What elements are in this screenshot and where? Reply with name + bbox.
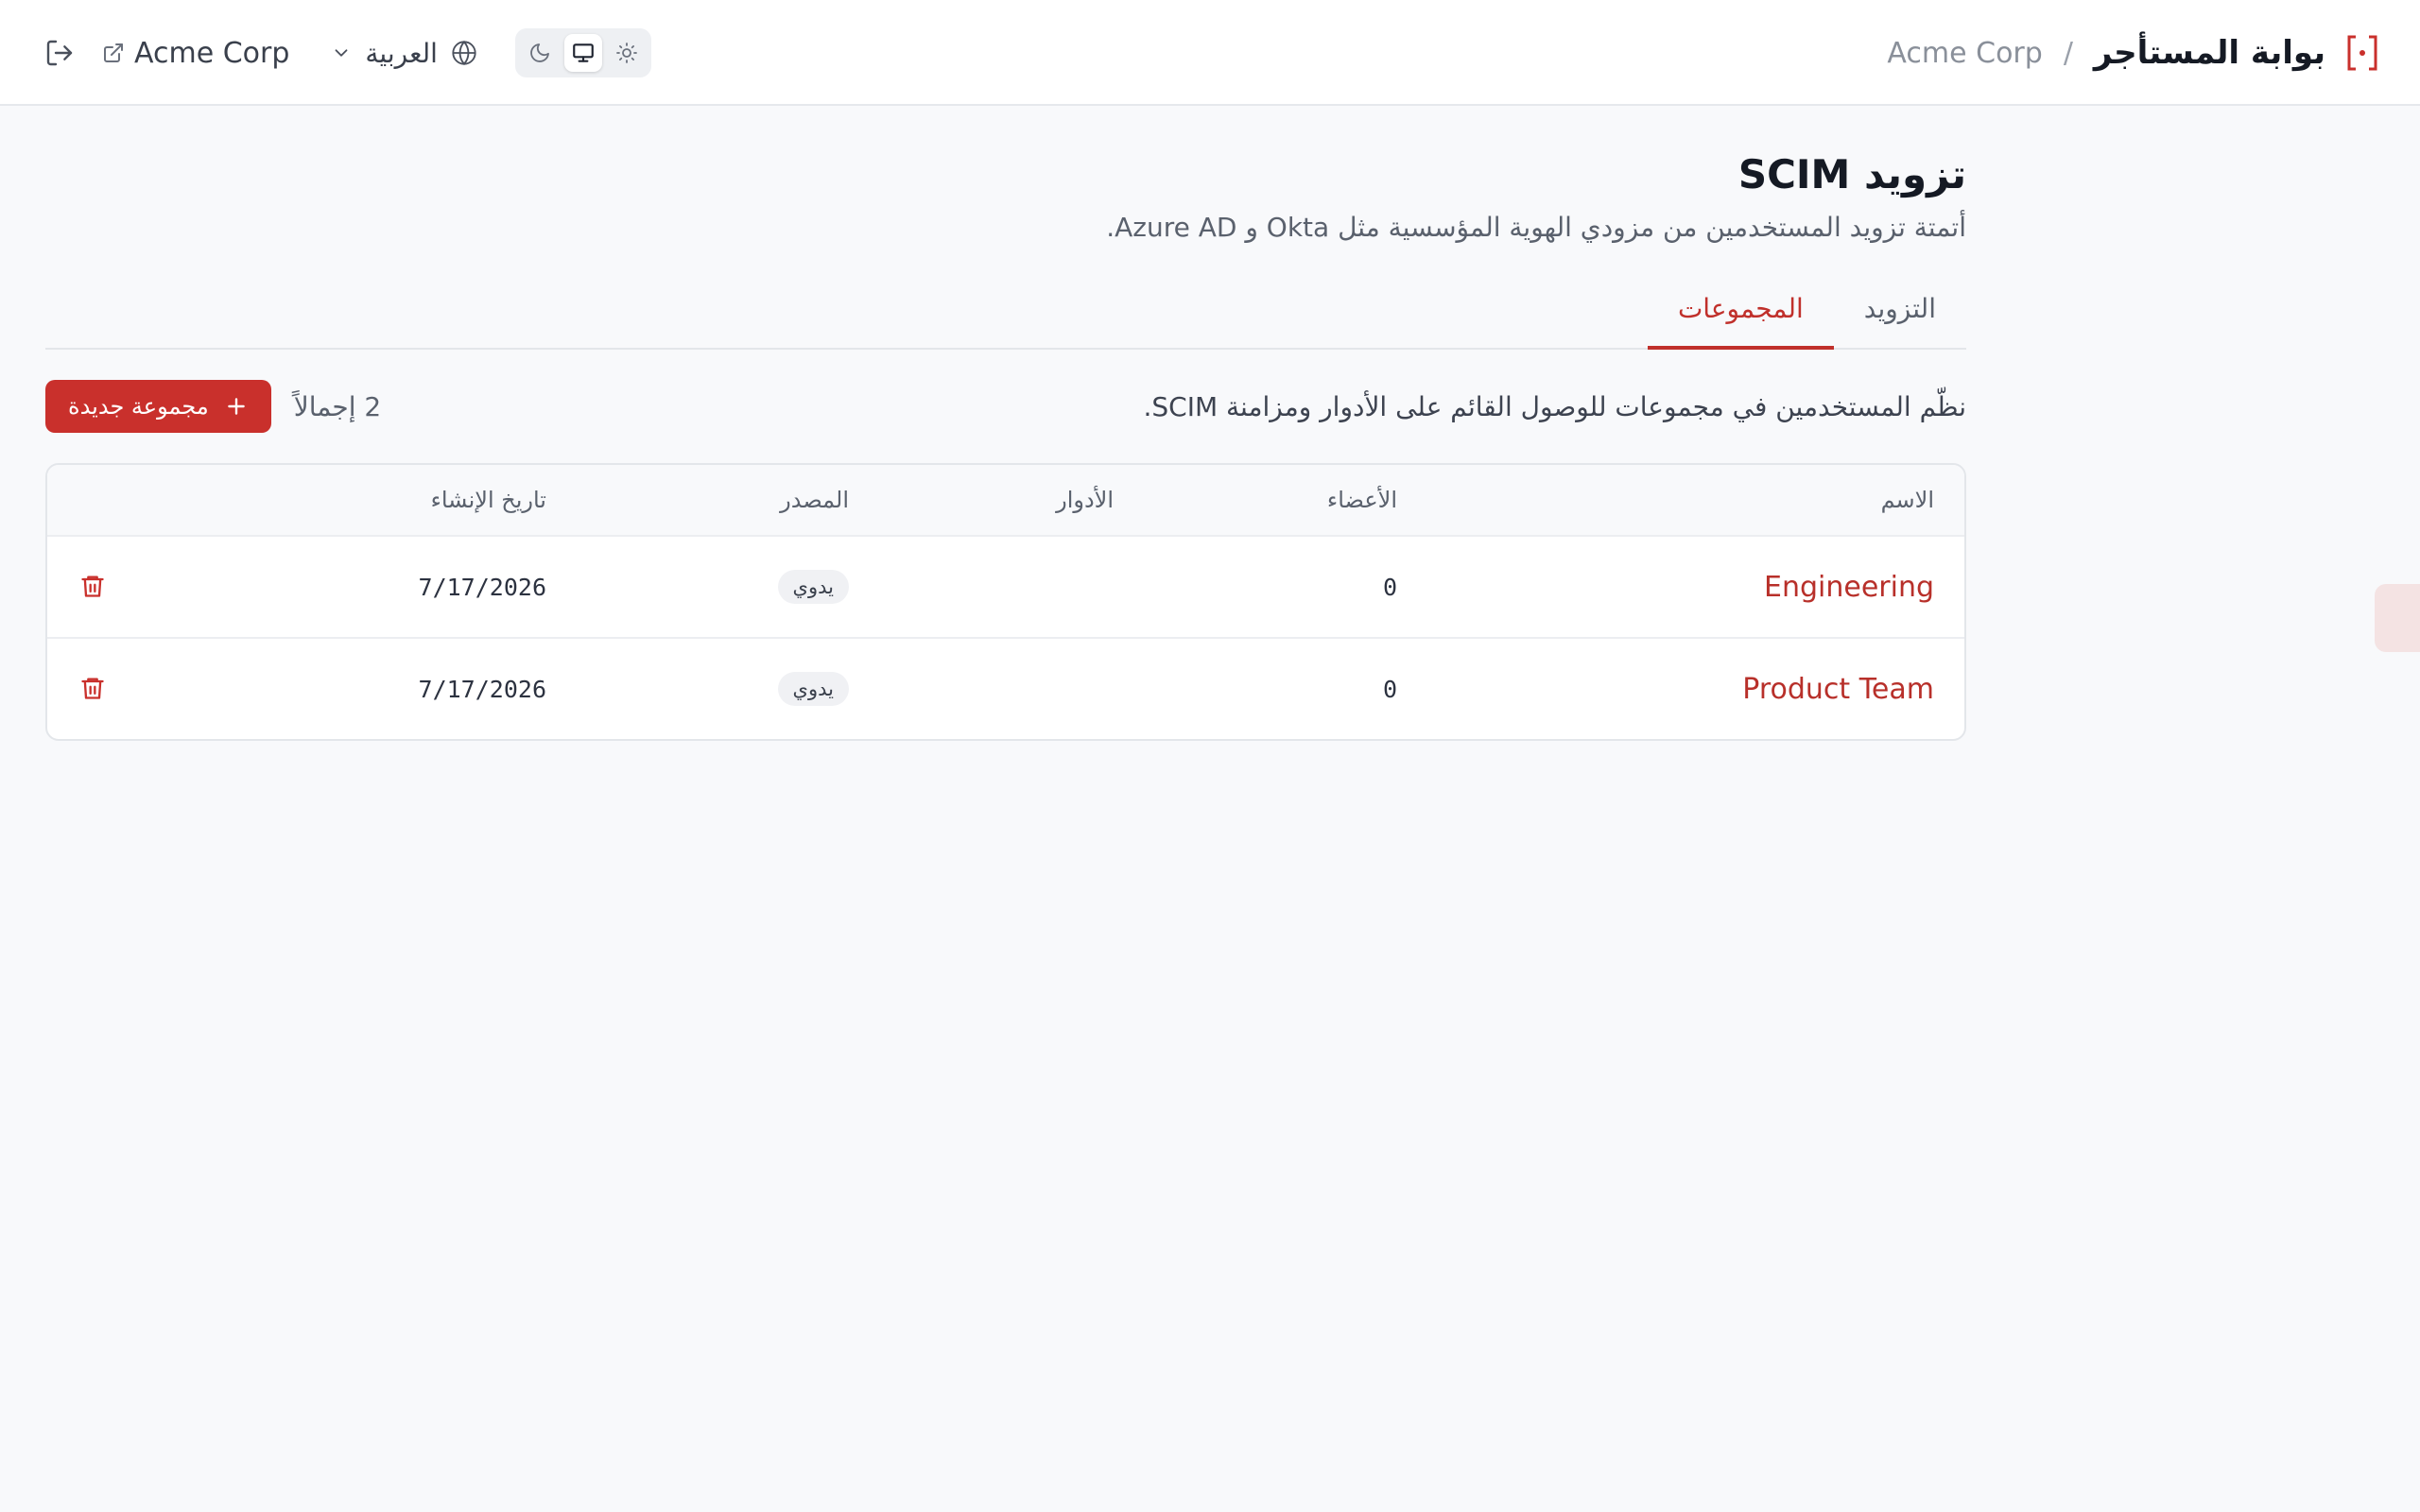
group-members-count: 0	[1382, 573, 1397, 601]
logout-icon	[46, 40, 73, 66]
brand: بوابة المستأجر / Acme Corp	[1887, 0, 2378, 106]
language-selector[interactable]: العربية	[331, 38, 477, 69]
column-header-members[interactable]: الأعضاء	[1327, 465, 1397, 535]
monitor-icon	[573, 43, 594, 62]
delete-group-button[interactable]	[78, 573, 106, 601]
groups-description: نظّم المستخدمين في مجموعات للوصول القائم…	[1143, 390, 1966, 422]
groups-toolbar: نظّم المستخدمين في مجموعات للوصول القائم…	[45, 380, 1966, 433]
toolbar-actions: 2 إجمالاً مجموعة جديدة	[45, 380, 381, 433]
trash-icon	[81, 678, 104, 699]
table-row: Product Team 0 يدوي 7/17/2026	[47, 637, 1964, 739]
group-name-link[interactable]: Product Team	[1742, 673, 1934, 706]
header-tools: Acme Corp العربية	[43, 0, 651, 106]
top-bar: بوابة المستأجر / Acme Corp Acme Corp الع…	[0, 0, 2420, 106]
column-header-source[interactable]: المصدر	[780, 465, 849, 535]
tab-provisioning[interactable]: التزويد	[1834, 282, 1966, 350]
column-header-created[interactable]: تاريخ الإنشاء	[431, 465, 546, 535]
theme-light-button[interactable]	[608, 34, 646, 72]
column-header-roles[interactable]: الأدوار	[1056, 465, 1114, 535]
page-description: أتمتة تزويد المستخدمين من مزودي الهوية ا…	[1106, 212, 1966, 243]
groups-total-count: 2 إجمالاً	[293, 390, 382, 422]
theme-switcher	[514, 28, 651, 77]
sun-icon	[616, 43, 637, 63]
chevron-down-icon	[335, 49, 348, 57]
source-badge: يدوي	[777, 672, 849, 706]
external-link-icon	[104, 43, 123, 62]
tab-groups[interactable]: المجموعات	[1647, 282, 1834, 350]
group-created-date: 7/17/2026	[418, 675, 546, 703]
new-group-label: مجموعة جديدة	[68, 393, 209, 420]
theme-dark-button[interactable]	[521, 34, 559, 72]
plus-icon	[227, 398, 245, 415]
language-label: العربية	[365, 37, 438, 69]
group-created-date: 7/17/2026	[418, 573, 546, 601]
trash-icon	[81, 576, 104, 597]
table-header-row: الاسم الأعضاء الأدوار المصدر تاريخ الإنش…	[47, 465, 1964, 535]
page-title: تزويد SCIM	[1737, 151, 1966, 198]
group-name-link[interactable]: Engineering	[1764, 571, 1934, 604]
tab-bar: التزويد المجموعات	[45, 282, 1966, 350]
moon-icon	[530, 43, 549, 62]
portal-title: بوابة المستأجر	[2093, 34, 2325, 72]
new-group-button[interactable]: مجموعة جديدة	[45, 380, 271, 433]
globe-icon	[452, 40, 476, 66]
table-row: Engineering 0 يدوي 7/17/2026	[47, 535, 1964, 637]
theme-system-button[interactable]	[563, 34, 602, 72]
tenant-link-label: Acme Corp	[134, 36, 290, 70]
tenant-external-link[interactable]: Acme Corp	[102, 37, 289, 70]
group-members-count: 0	[1382, 675, 1397, 703]
groups-table: الاسم الأعضاء الأدوار المصدر تاريخ الإنش…	[45, 463, 1966, 741]
source-badge: يدوي	[777, 570, 849, 604]
breadcrumb-separator: /	[2063, 36, 2073, 70]
breadcrumb-tenant[interactable]: Acme Corp	[1887, 37, 2042, 70]
bracket-dot-logo-icon	[2346, 34, 2378, 72]
delete-group-button[interactable]	[78, 675, 106, 703]
logout-button[interactable]	[43, 37, 76, 69]
column-header-name[interactable]: الاسم	[1881, 465, 1934, 535]
side-drawer-handle[interactable]	[2375, 584, 2420, 652]
